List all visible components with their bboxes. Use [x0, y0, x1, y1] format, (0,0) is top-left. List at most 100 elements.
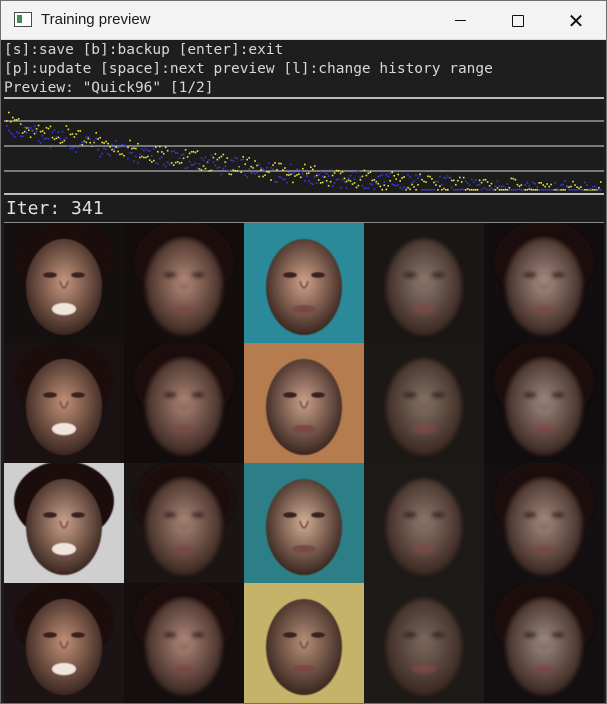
- loss-point: [530, 189, 533, 191]
- loss-point: [586, 184, 588, 186]
- loss-point: [196, 167, 199, 170]
- loss-point: [117, 146, 119, 149]
- loss-point: [600, 189, 602, 191]
- loss-point: [387, 175, 389, 178]
- loss-point: [512, 177, 515, 180]
- minimize-icon: [454, 20, 466, 21]
- face-image: [244, 343, 364, 463]
- loss-point: [41, 130, 44, 132]
- loss-point: [353, 178, 356, 180]
- loss-point: [526, 189, 529, 191]
- loss-point: [71, 147, 74, 150]
- loss-point: [139, 153, 141, 155]
- loss-point: [236, 157, 239, 160]
- preview-tile-src-pred: [124, 343, 244, 463]
- loss-point: [206, 162, 209, 164]
- loss-point: [393, 184, 395, 186]
- loss-point: [532, 189, 535, 191]
- loss-point: [443, 176, 445, 179]
- loss-point: [101, 152, 103, 155]
- loss-point: [97, 138, 99, 140]
- loss-point: [311, 168, 314, 171]
- training-preview-window: Training preview ✕ [s]:save [b]:backup […: [0, 0, 607, 704]
- preview-tile-dst: [244, 223, 364, 343]
- preview-tile-dst-pred: [364, 343, 484, 463]
- loss-point: [119, 153, 121, 156]
- loss-point: [65, 137, 68, 139]
- loss-point: [172, 164, 175, 166]
- loss-point: [174, 161, 177, 164]
- loss-point: [57, 136, 60, 139]
- loss-point: [498, 189, 501, 191]
- loss-point: [133, 147, 135, 149]
- close-button[interactable]: ✕: [547, 1, 605, 40]
- loss-point: [127, 146, 129, 149]
- loss-point: [99, 136, 101, 139]
- loss-point: [451, 186, 453, 189]
- loss-point: [262, 168, 264, 170]
- loss-point: [298, 173, 300, 175]
- loss-point: [564, 180, 566, 182]
- loss-point: [23, 130, 26, 133]
- loss-point: [157, 150, 159, 153]
- loss-point: [159, 157, 161, 160]
- loss-point: [441, 189, 443, 191]
- loss-point: [300, 170, 302, 173]
- loss-point: [304, 163, 306, 166]
- loss-point: [180, 161, 183, 164]
- maximize-button[interactable]: [489, 1, 547, 40]
- loss-point: [391, 171, 393, 174]
- loss-point: [55, 136, 58, 138]
- loss-point: [554, 189, 556, 191]
- loss-point: [335, 169, 338, 172]
- loss-point: [45, 126, 48, 129]
- loss-point: [294, 171, 296, 173]
- loss-point: [425, 189, 427, 191]
- loss-point: [449, 177, 451, 179]
- loss-point: [218, 156, 221, 159]
- loss-point: [143, 149, 145, 152]
- loss-point: [170, 162, 173, 164]
- preview-tile-src-pred: [124, 583, 244, 703]
- loss-point: [578, 189, 580, 191]
- loss-point: [447, 175, 449, 177]
- loss-point: [502, 189, 505, 191]
- loss-point: [202, 165, 205, 167]
- loss-point: [182, 157, 185, 160]
- preview-tile-src-pred: [124, 223, 244, 343]
- loss-point: [373, 188, 376, 190]
- loss-point: [127, 157, 129, 160]
- loss-point: [371, 179, 374, 182]
- loss-point: [288, 174, 290, 176]
- loss-point: [375, 180, 378, 183]
- help-line-update-preview-history: [p]:update [space]:next preview [l]:chan…: [4, 60, 604, 79]
- loss-point: [268, 171, 270, 174]
- loss-point: [544, 185, 546, 188]
- loss-point: [429, 175, 431, 178]
- loss-point: [504, 189, 507, 191]
- loss-point: [492, 189, 495, 191]
- loss-point: [421, 178, 423, 181]
- loss-point: [166, 149, 169, 152]
- loss-point: [317, 174, 320, 176]
- loss-point: [598, 186, 600, 189]
- loss-point: [216, 167, 219, 169]
- loss-point: [17, 118, 20, 120]
- loss-point: [337, 178, 340, 181]
- loss-point: [220, 173, 223, 176]
- loss-point: [409, 176, 411, 178]
- loss-point: [600, 181, 602, 183]
- minimize-button[interactable]: [431, 1, 489, 40]
- loss-point: [550, 189, 552, 191]
- loss-point: [218, 166, 221, 169]
- loss-point: [21, 135, 24, 138]
- loss-point: [155, 161, 157, 164]
- loss-point: [260, 168, 262, 171]
- title-bar[interactable]: Training preview ✕: [1, 1, 606, 40]
- loss-point: [552, 189, 554, 191]
- loss-point: [496, 187, 499, 189]
- loss-point: [37, 124, 40, 127]
- loss-point: [423, 189, 425, 191]
- loss-point: [85, 136, 88, 139]
- loss-point: [119, 146, 121, 148]
